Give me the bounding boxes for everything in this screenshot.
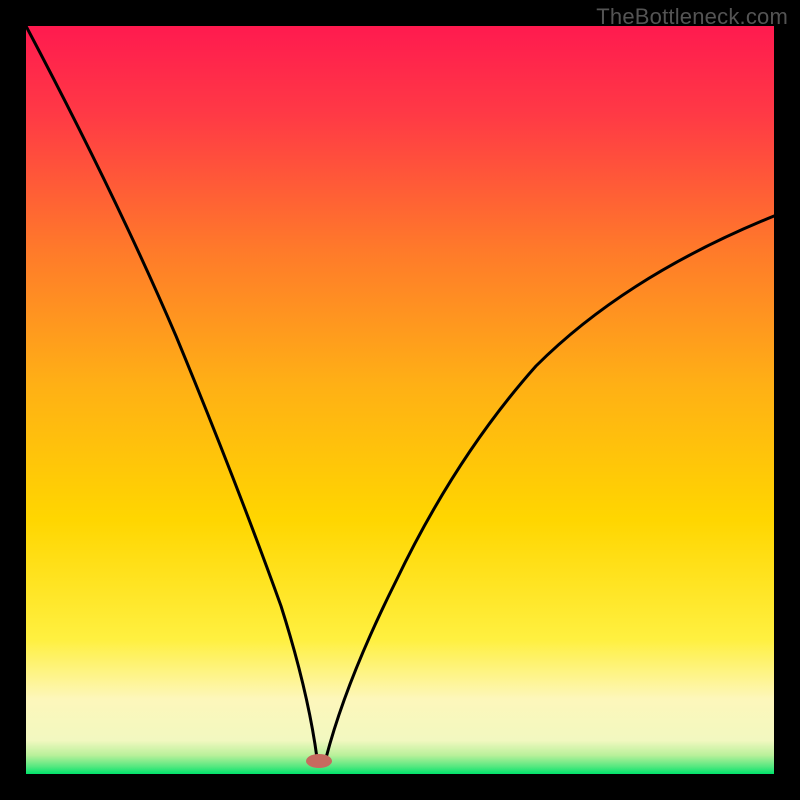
bottleneck-marker [306,754,332,768]
bottleneck-curve-left [26,26,317,758]
bottleneck-curve-right [326,216,774,758]
watermark-text: TheBottleneck.com [596,4,788,30]
chart-curve-layer [26,26,774,774]
